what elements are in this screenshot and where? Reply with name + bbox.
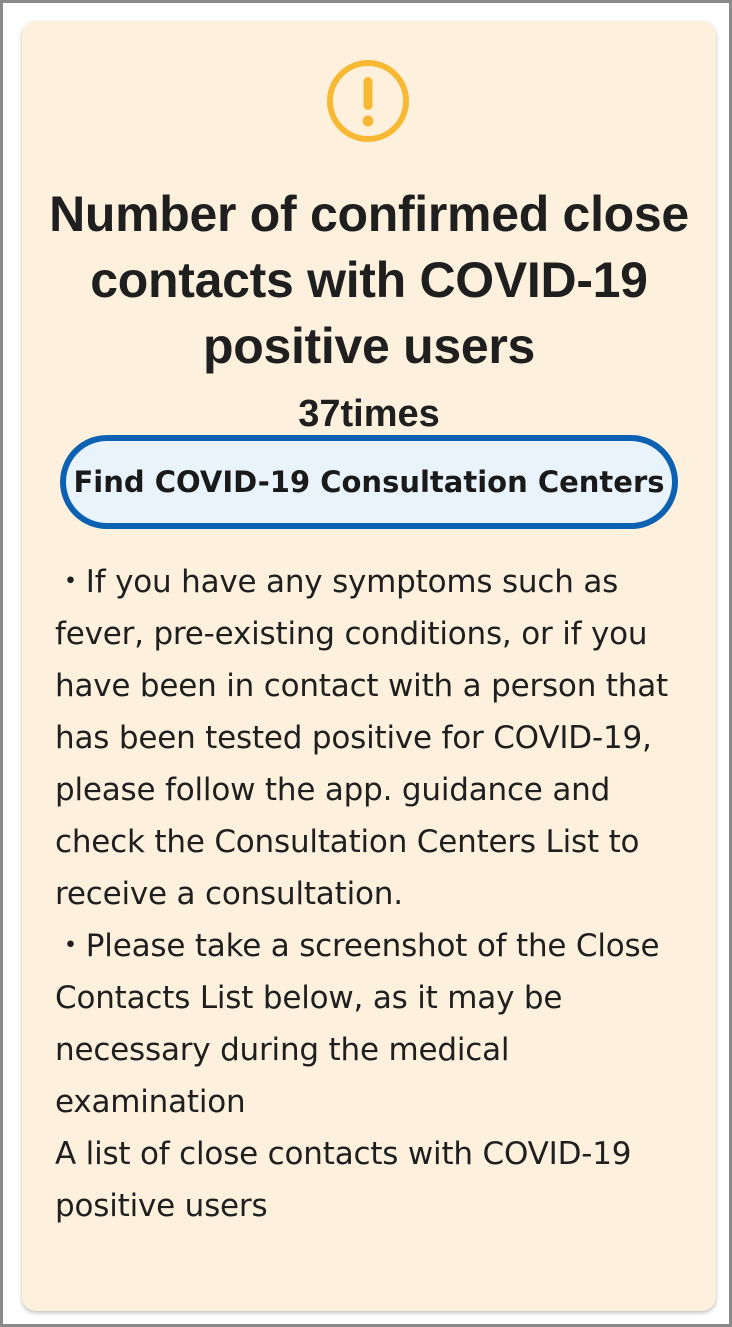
screen-frame: Number of confirmed close contacts with … (0, 0, 732, 1327)
contact-count-value: 37times (298, 393, 440, 435)
guidance-paragraph-screenshot: ・Please take a screenshot of the Close C… (55, 928, 660, 1120)
guidance-text: ・If you have any symptoms such as fever,… (55, 556, 695, 1232)
contact-count-title: Number of confirmed close contacts with … (49, 186, 689, 374)
guidance-paragraph-follow-app: please follow the app. guidance and chec… (55, 772, 640, 912)
find-consultation-centers-button[interactable]: Find COVID-19 Consultation Centers (60, 435, 678, 529)
guidance-paragraph-symptoms: ・If you have any symptoms such as fever,… (55, 564, 668, 756)
close-contacts-list-label: A list of close contacts with COVID-19 p… (55, 1136, 632, 1224)
warning-exclamation-icon (327, 60, 409, 142)
close-contact-notice-card: Number of confirmed close contacts with … (22, 21, 716, 1311)
